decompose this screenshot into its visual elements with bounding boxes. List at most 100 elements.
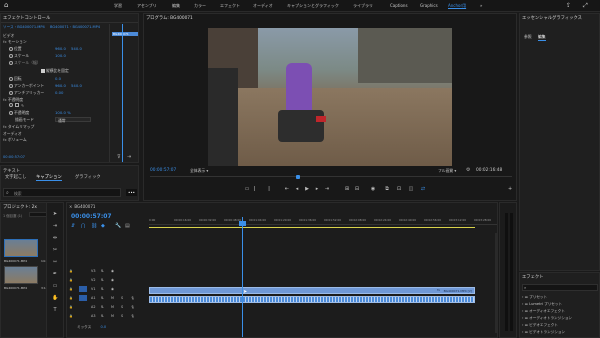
tab-color[interactable]: カラー — [194, 3, 206, 9]
track-header-video[interactable]: 🔒 V3 ⇅ ◉ — [67, 267, 149, 275]
clip-selector[interactable]: ソース・BG400071.MP4 BG400071・BG400071.MP4 — [3, 24, 108, 31]
tab-learn[interactable]: 学習 — [114, 3, 122, 9]
tab-graphic[interactable]: グラフィック — [75, 174, 101, 180]
playhead-head[interactable] — [239, 221, 246, 226]
caption-search-field[interactable]: ⌕ 検索 — [3, 188, 121, 197]
lock-icon[interactable]: 🔒 — [69, 312, 73, 320]
vertical-scrollbar[interactable] — [495, 233, 497, 333]
effects-folder-item[interactable]: › ▬ オーディオトランジション — [522, 316, 572, 321]
settings-icon[interactable]: ⚙ — [466, 167, 470, 173]
tab-captions-graphics[interactable]: キャプションとグラフィック — [287, 3, 339, 9]
effects-folder-item[interactable]: › ▬ Lumetri プリセット — [522, 302, 562, 307]
track-target[interactable] — [79, 268, 87, 274]
goto-in-icon[interactable]: ⇤ — [284, 186, 290, 192]
track-target[interactable] — [79, 304, 87, 310]
track-header-video[interactable]: 🔒 V1 ⇅ ◉ — [67, 285, 149, 293]
snap-icon[interactable]: ⋂ — [81, 223, 85, 229]
linked-selection-icon[interactable]: ⛓ — [91, 223, 97, 229]
audio-clip[interactable] — [149, 296, 475, 303]
slip-tool-icon[interactable]: ⇿ — [52, 259, 58, 265]
clip-name[interactable]: BG400071.MP4 — [4, 259, 27, 263]
sync-lock-icon[interactable]: ⇅ — [101, 267, 104, 275]
tab-library[interactable]: ライブラリ — [353, 3, 373, 9]
effects-folder-item[interactable]: › ▬ ビデオトランジション — [522, 330, 565, 335]
comparison-icon[interactable]: ⧉ — [384, 186, 390, 192]
solo-icon[interactable]: S — [121, 312, 123, 320]
effects-folder-item[interactable]: › ▬ オーディオエフェクト — [522, 309, 565, 314]
proxy-toggle-icon[interactable]: ⇄ — [420, 186, 426, 192]
stopwatch-icon[interactable] — [9, 91, 13, 95]
multicam-icon[interactable]: ⊡ — [396, 186, 402, 192]
lock-icon[interactable]: 🔒 — [69, 285, 73, 293]
scrubber-playhead[interactable] — [296, 175, 300, 179]
solo-icon[interactable]: S — [121, 303, 123, 311]
sync-lock-icon[interactable]: ⇅ — [101, 285, 104, 293]
track-header-audio[interactable]: 🔒 A1 ⇅ M S 🎙 — [67, 294, 149, 302]
tab-edit[interactable]: 編集 — [172, 3, 180, 9]
tab-assembly[interactable]: アセンブリ — [137, 3, 157, 9]
time-remap-section[interactable]: fx タイムリマップ — [3, 123, 34, 130]
sync-lock-icon[interactable]: ⇅ — [101, 276, 104, 284]
anchor-y[interactable]: 540.0 — [71, 82, 82, 89]
fx-icon[interactable]: fx — [3, 97, 7, 102]
stopwatch-icon[interactable] — [9, 47, 13, 51]
fullscreen-icon[interactable]: ⤢ — [583, 2, 588, 10]
timeline-timecode[interactable]: 00:00:57:07 — [71, 213, 112, 220]
pen-tool-icon[interactable]: ✒ — [52, 271, 58, 277]
track-header-audio[interactable]: 🔒 A2 ⇅ M S 🎙 — [67, 303, 149, 311]
anchor-x[interactable]: 960.0 — [55, 82, 66, 89]
tab-captions-active[interactable]: キャプション — [36, 174, 62, 181]
sync-lock-icon[interactable]: ⇅ — [101, 294, 104, 302]
lock-icon[interactable]: 🔒 — [69, 276, 73, 284]
tab-captions[interactable]: Captions — [390, 3, 408, 8]
program-title[interactable]: プログラム: BG400071 — [144, 14, 516, 23]
time-ruler[interactable]: 0:00 00:00:16:00 00:00:32:00 00:00:48:00 00:… — [149, 217, 497, 225]
safe-margins-icon[interactable]: ▭ — [244, 186, 250, 192]
rotation-value[interactable]: 0.0 — [55, 75, 61, 82]
solo-icon[interactable]: S — [121, 294, 123, 302]
track-target[interactable] — [79, 313, 87, 319]
sync-lock-icon[interactable]: ⇅ — [101, 312, 104, 320]
motion-section[interactable]: fx モーション — [3, 38, 27, 45]
blend-mode-select[interactable]: 通常 — [55, 117, 91, 123]
quality-dropdown[interactable]: フル画質 ▾ — [438, 168, 456, 174]
video-clip[interactable]: fx BG400071.MP4 [V] — [149, 287, 475, 294]
antiflicker-value[interactable]: 0.00 — [55, 89, 63, 96]
scale-value[interactable]: 100.0 — [55, 52, 66, 59]
effects-folder-item[interactable]: › ▬ プリセット — [522, 295, 547, 300]
play-icon[interactable]: ▶ — [304, 186, 310, 192]
rect-mask-icon[interactable] — [15, 103, 19, 107]
track-target[interactable] — [79, 286, 87, 292]
microphone-icon[interactable]: 🎙 — [131, 294, 135, 302]
track-header-audio[interactable]: 🔒 A3 ⇅ M S 🎙 — [67, 312, 149, 320]
pen-mask-icon[interactable]: ✎ — [21, 103, 24, 108]
microphone-icon[interactable]: 🎙 — [131, 303, 135, 311]
eye-icon[interactable]: ◉ — [111, 285, 114, 293]
hand-tool-icon[interactable]: ✋ — [52, 295, 58, 301]
source-label[interactable]: ソース・BG400071.MP4 — [3, 25, 45, 29]
mark-in-icon[interactable]: ⎸ — [254, 186, 260, 192]
fx-icon[interactable]: fx — [3, 137, 7, 142]
tab-effects[interactable]: エフェクト — [220, 3, 240, 9]
mix-value[interactable]: 0.0 — [100, 325, 106, 329]
home-icon[interactable]: ⌂ — [4, 2, 12, 9]
goto-out-icon[interactable]: ⇥ — [324, 186, 330, 192]
fit-dropdown[interactable]: 全体表示 ▾ — [190, 168, 208, 174]
checkbox-icon[interactable] — [41, 69, 45, 73]
tab-edit-graphics[interactable]: 編集 — [538, 34, 546, 41]
ripple-edit-icon[interactable]: ⇹ — [52, 235, 58, 241]
export-frame-icon[interactable]: ◉ — [370, 186, 376, 192]
effects-folder-item[interactable]: › ▬ ビデオエフェクト — [522, 323, 558, 328]
opacity-value[interactable]: 100.0 % — [55, 109, 71, 116]
tab-graphics[interactable]: Graphics — [420, 3, 438, 8]
more-options-button[interactable]: ••• — [126, 189, 137, 196]
overwrite-icon[interactable]: ⊟ — [354, 186, 360, 192]
type-tool-icon[interactable]: T — [52, 307, 58, 313]
panel-title[interactable]: エフェクトコントロール — [1, 14, 138, 23]
sequence-tab[interactable]: × BG400071 — [69, 204, 95, 209]
sync-lock-icon[interactable]: ⇅ — [101, 303, 104, 311]
volume-section[interactable]: fx ボリューム — [3, 136, 27, 143]
share-icon[interactable]: ⇪ — [566, 2, 571, 9]
insert-icon[interactable]: ⊞ — [344, 186, 350, 192]
clip-name[interactable]: BG400071.MP4 — [4, 286, 27, 290]
